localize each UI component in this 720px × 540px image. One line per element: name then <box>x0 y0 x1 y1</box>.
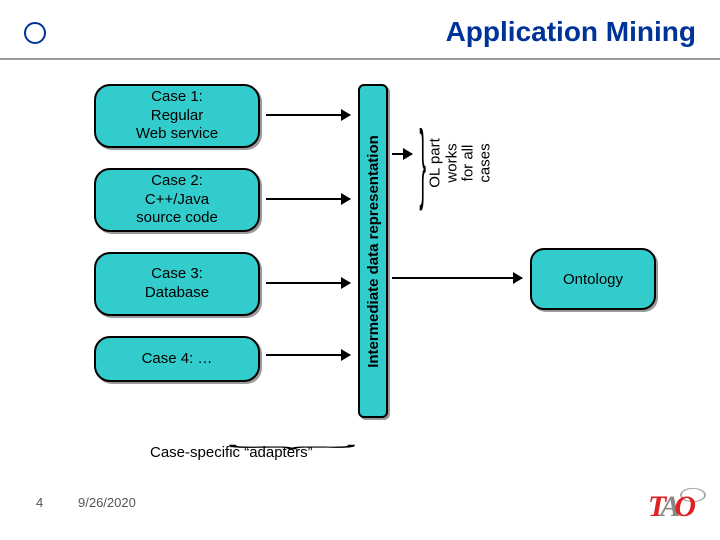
title-divider <box>0 58 720 60</box>
intermediate-label-wrap: Intermediate data representation <box>358 84 388 418</box>
case3-line1: Case 3: <box>151 265 203 284</box>
case3-line2: Database <box>145 284 209 303</box>
ol-label: OL part works for all cases <box>428 138 494 187</box>
arrow-case1 <box>266 114 350 116</box>
arrow-intermediate-ol <box>392 153 412 155</box>
case1-line1: Case 1: <box>151 88 203 107</box>
logo-letter-o: O <box>674 490 696 523</box>
case-column: Case 1: Regular Web service Case 2: C++/… <box>94 84 260 382</box>
slide-number: 4 <box>36 495 43 510</box>
case2-line1: Case 2: <box>151 172 203 191</box>
arrow-intermediate-ontology <box>392 277 522 279</box>
ontology-box: Ontology <box>530 248 656 310</box>
ol-brace-icon: } <box>419 115 426 214</box>
logo: TAO <box>648 490 696 524</box>
case2-line3: source code <box>136 209 218 228</box>
slide: Application Mining Case 1: Regular Web s… <box>0 0 720 540</box>
case1-line2: Regular <box>151 107 204 126</box>
case-box-4: Case 4: … <box>94 336 260 382</box>
case4-line1: Case 4: … <box>142 350 213 369</box>
title-row: Application Mining <box>0 16 720 48</box>
arrow-case4 <box>266 354 350 356</box>
adapters-label: Case-specific “adapters” <box>150 444 313 461</box>
arrow-case2 <box>266 198 350 200</box>
case-box-2: Case 2: C++/Java source code <box>94 168 260 232</box>
intermediate-label: Intermediate data representation <box>365 135 382 368</box>
case1-line3: Web service <box>136 125 218 144</box>
ontology-label: Ontology <box>563 271 623 288</box>
case-box-3: Case 3: Database <box>94 252 260 316</box>
ol-label-wrap: OL part works for all cases <box>452 110 470 216</box>
arrow-case3 <box>266 282 350 284</box>
case2-line2: C++/Java <box>145 191 209 210</box>
case-box-1: Case 1: Regular Web service <box>94 84 260 148</box>
bullet-icon <box>24 22 46 44</box>
slide-title: Application Mining <box>0 16 720 48</box>
slide-date: 9/26/2020 <box>78 495 136 510</box>
